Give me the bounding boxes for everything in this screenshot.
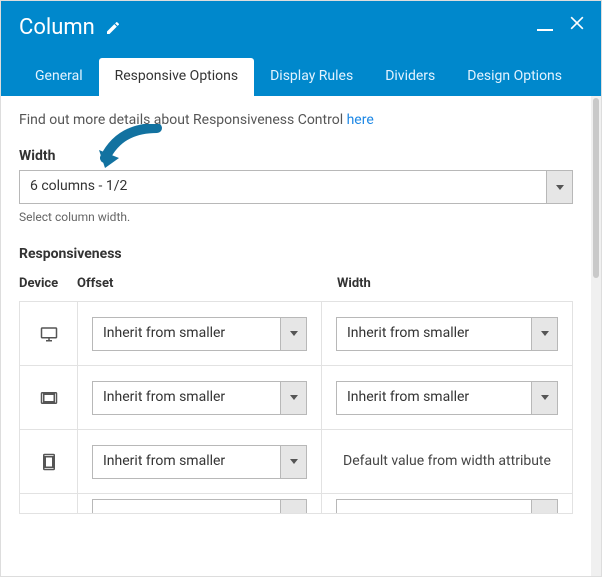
- responsiveness-headers: Device Offset Width: [19, 276, 573, 301]
- offset-select[interactable]: Inherit from smaller: [92, 317, 307, 351]
- row-width-select-value: Inherit from smaller: [337, 318, 531, 350]
- pencil-icon[interactable]: [105, 20, 121, 36]
- offset-select-value: Inherit from smaller: [93, 382, 280, 414]
- tab-general[interactable]: General: [19, 58, 99, 96]
- chevron-down-icon[interactable]: [280, 500, 306, 513]
- responsiveness-row: Inherit from smaller Inherit from smalle…: [20, 302, 572, 366]
- header-device: Device: [19, 276, 77, 291]
- responsiveness-label: Responsiveness: [19, 246, 573, 262]
- offset-select-value: [93, 500, 280, 513]
- chevron-down-icon[interactable]: [531, 500, 557, 513]
- device-cell: [20, 366, 78, 429]
- row-width-select[interactable]: Inherit from smaller: [336, 381, 558, 415]
- width-cell: Inherit from smaller: [322, 366, 572, 429]
- offset-cell: Inherit from smaller: [78, 366, 322, 429]
- offset-cell: Inherit from smaller: [78, 302, 322, 365]
- content-area: Find out more details about Responsivene…: [1, 96, 591, 576]
- header-width: Width: [321, 276, 573, 291]
- vertical-scrollbar[interactable]: [591, 96, 601, 576]
- row-width-select[interactable]: Inherit from smaller: [336, 317, 558, 351]
- device-cell: [20, 494, 78, 513]
- chevron-down-icon[interactable]: [280, 318, 306, 350]
- responsiveness-grid: Inherit from smaller Inherit from smalle…: [19, 301, 573, 514]
- window-body: Find out more details about Responsivene…: [1, 96, 601, 576]
- width-cell: [322, 494, 572, 513]
- chevron-down-icon[interactable]: [531, 382, 557, 414]
- tab-dividers[interactable]: Dividers: [369, 58, 451, 96]
- tab-display-rules[interactable]: Display Rules: [254, 58, 369, 96]
- width-label: Width: [19, 148, 573, 164]
- desktop-icon: [40, 326, 58, 342]
- width-helper: Select column width.: [19, 210, 573, 224]
- column-settings-window: Column General Responsive Options Displa…: [0, 0, 602, 577]
- title-row: Column: [19, 15, 583, 58]
- tablet-landscape-icon: [40, 391, 58, 405]
- window-header: Column General Responsive Options Displa…: [1, 1, 601, 96]
- tab-design-options[interactable]: Design Options: [451, 58, 578, 96]
- header-offset: Offset: [77, 276, 321, 291]
- offset-cell: [78, 494, 322, 513]
- offset-select[interactable]: Inherit from smaller: [92, 381, 307, 415]
- tablet-portrait-icon: [42, 453, 56, 471]
- width-select-value: 6 columns - 1/2: [20, 171, 546, 203]
- offset-select-value: Inherit from smaller: [93, 318, 280, 350]
- close-icon[interactable]: [567, 13, 587, 33]
- scrollbar-thumb[interactable]: [593, 98, 599, 278]
- device-cell: [20, 302, 78, 365]
- default-width-text: Default value from width attribute: [343, 452, 551, 471]
- chevron-down-icon[interactable]: [531, 318, 557, 350]
- intro-prefix: Find out more details about Responsivene…: [19, 112, 347, 128]
- responsiveness-row: Inherit from smaller Inherit from smalle…: [20, 366, 572, 430]
- tab-responsive-options[interactable]: Responsive Options: [99, 58, 255, 96]
- intro-link[interactable]: here: [347, 112, 374, 128]
- width-cell: Default value from width attribute: [322, 430, 572, 493]
- responsiveness-row: [20, 494, 572, 514]
- row-width-select-value: [337, 500, 531, 513]
- chevron-down-icon[interactable]: [280, 446, 306, 478]
- chevron-down-icon[interactable]: [280, 382, 306, 414]
- row-width-select[interactable]: [336, 499, 558, 513]
- row-width-select-value: Inherit from smaller: [337, 382, 531, 414]
- intro-text: Find out more details about Responsivene…: [19, 112, 573, 128]
- width-select[interactable]: 6 columns - 1/2: [19, 170, 573, 204]
- window-title: Column: [19, 15, 95, 40]
- offset-cell: Inherit from smaller: [78, 430, 322, 493]
- window-controls: [537, 13, 587, 33]
- offset-select[interactable]: Inherit from smaller: [92, 445, 307, 479]
- chevron-down-icon[interactable]: [546, 171, 572, 203]
- offset-select-value: Inherit from smaller: [93, 446, 280, 478]
- device-cell: [20, 430, 78, 493]
- width-cell: Inherit from smaller: [322, 302, 572, 365]
- minimize-icon[interactable]: [537, 29, 553, 31]
- tab-bar: General Responsive Options Display Rules…: [19, 58, 583, 96]
- offset-select[interactable]: [92, 499, 307, 513]
- responsiveness-row: Inherit from smaller Default value from …: [20, 430, 572, 494]
